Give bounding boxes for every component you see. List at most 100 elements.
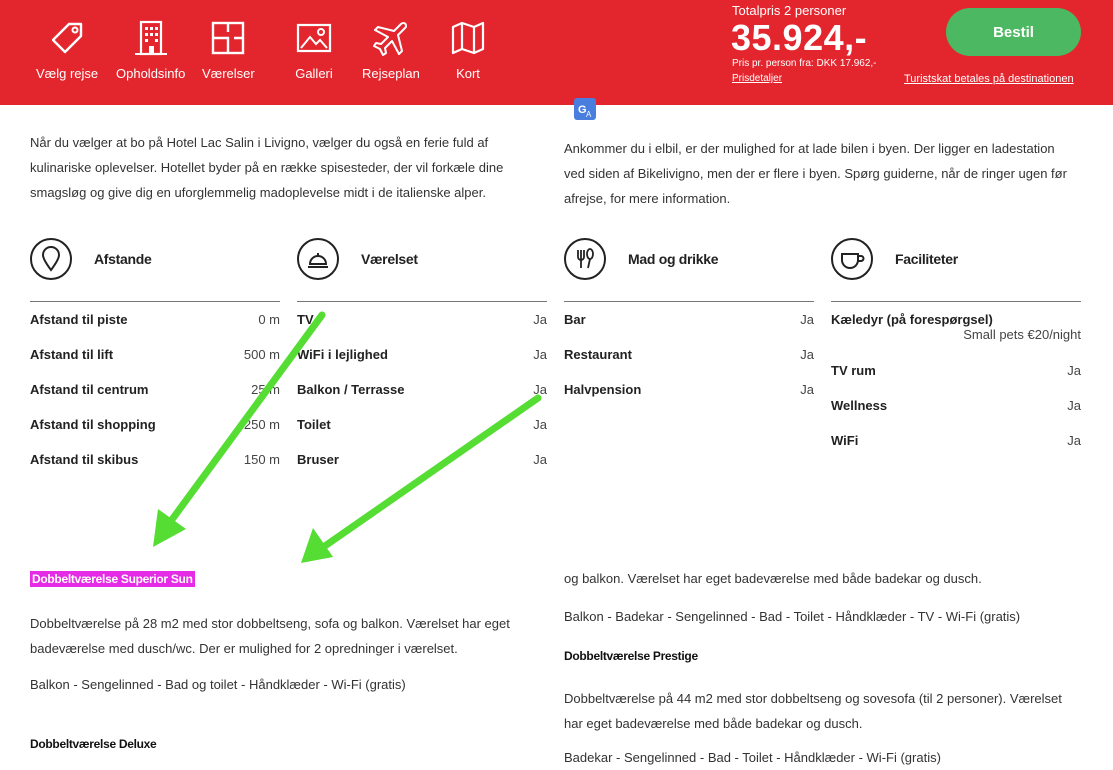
tourist-tax-link[interactable]: Turistskat betales på destinationen (904, 73, 1074, 85)
nav-kort[interactable]: Kort (448, 18, 488, 81)
total-price: 35.924,- (731, 17, 868, 58)
row-key: Restaurant (564, 347, 632, 362)
table-row: Afstand til piste 0 m (30, 302, 280, 337)
intro-right-text: Ankommer du i elbil, er der mulighed for… (564, 141, 1067, 206)
intro-left-text: Når du vælger at bo på Hotel Lac Salin i… (30, 135, 504, 200)
mad-header: Mad og drikke (564, 238, 719, 280)
nav-label: Værelser (202, 66, 255, 81)
row-key: Afstand til piste (30, 312, 128, 327)
row-key: Kæledyr (på forespørgsel) (831, 312, 993, 327)
image-icon (296, 23, 332, 53)
room-title-superior: Dobbeltværelse Superior Sun (30, 571, 195, 587)
row-key: TV rum (831, 363, 876, 378)
row-key: Halvpension (564, 382, 642, 397)
room-title-deluxe: Dobbeltværelse Deluxe (30, 737, 157, 751)
row-value: Ja (533, 382, 547, 397)
faciliteter-title: Faciliteter (895, 251, 958, 267)
mad-title: Mad og drikke (628, 251, 719, 267)
nav-label: Vælg rejse (36, 66, 99, 81)
table-row: Kæledyr (på forespørgsel) Small pets €20… (831, 302, 1081, 353)
afstande-title: Afstande (94, 251, 152, 267)
room-desc-superior: Dobbeltværelse på 28 m2 med stor dobbelt… (30, 616, 510, 656)
row-value: Ja (1067, 433, 1081, 448)
cutlery-icon (564, 238, 606, 280)
row-value: 0 m (258, 312, 280, 327)
row-key: Balkon / Terrasse (297, 382, 405, 397)
row-value: Ja (1067, 398, 1081, 413)
floorplan-icon (212, 21, 245, 55)
afstande-header: Afstande (30, 238, 152, 280)
nav-label: Galleri (295, 66, 333, 81)
translate-icon[interactable]: GA (574, 98, 596, 120)
room-desc-continued: og balkon. Værelset har eget badeværelse… (564, 571, 982, 586)
table-row: WiFi i lejlighed Ja (297, 337, 547, 372)
room-desc-prestige: Dobbeltværelse på 44 m2 med stor dobbelt… (564, 691, 1062, 731)
tag-icon (51, 22, 83, 54)
row-value: 150 m (243, 452, 280, 467)
row-key: Afstand til skibus (30, 452, 139, 467)
row-key: Wellness (831, 398, 888, 413)
room-amenities-superior: Balkon - Sengelinned - Bad og toilet - H… (30, 677, 406, 692)
row-key: Toilet (297, 417, 331, 432)
table-row: Toilet Ja (297, 407, 547, 442)
svg-text:A: A (586, 110, 592, 119)
table-row: WiFi Ja (831, 423, 1081, 458)
faciliteter-table: Kæledyr (på forespørgsel) Small pets €20… (831, 301, 1081, 458)
row-note: Small pets €20/night (963, 327, 1081, 342)
table-row: Afstand til shopping 250 m (30, 407, 280, 442)
plane-icon (372, 21, 407, 56)
row-value: Ja (800, 347, 814, 362)
cup-icon (831, 238, 873, 280)
map-icon (451, 21, 485, 55)
row-value: Ja (1067, 363, 1081, 378)
nav-rejseplan[interactable]: Rejseplan (362, 18, 420, 81)
order-button[interactable]: Bestil (946, 8, 1081, 56)
vaerelset-header: Værelset (297, 238, 418, 280)
building-icon (134, 20, 167, 56)
row-key: Afstand til shopping (30, 417, 156, 432)
row-key: Afstand til centrum (30, 382, 149, 397)
room-title-prestige: Dobbeltværelse Prestige (564, 649, 698, 663)
vaerelset-title: Værelset (361, 251, 418, 267)
location-pin-icon (30, 238, 72, 280)
table-row: TV rum Ja (831, 353, 1081, 388)
table-row: Halvpension Ja (564, 372, 814, 407)
row-value: Ja (533, 347, 547, 362)
room-amenities-prestige: Badekar - Sengelinned - Bad - Toilet - H… (564, 750, 941, 765)
row-key: Bruser (297, 452, 339, 467)
nav-vaerelser[interactable]: Værelser (202, 18, 255, 81)
row-value: Ja (533, 452, 547, 467)
row-value: 250 m (243, 417, 280, 432)
highlighted-room-title: Dobbeltværelse Superior Sun (30, 571, 195, 587)
per-person-price: Pris pr. person fra: DKK 17.962,- (732, 58, 877, 69)
total-price-label: Totalpris 2 personer (732, 3, 847, 18)
row-value: Ja (800, 312, 814, 327)
price-details-link[interactable]: Prisdetaljer (732, 73, 782, 84)
row-value: 25 m (251, 382, 280, 397)
row-value: 500 m (243, 347, 280, 362)
nav-label: Kort (456, 66, 480, 81)
vaerelset-table: TV Ja WiFi i lejlighed Ja Balkon / Terrass… (297, 301, 547, 477)
row-key: WiFi (831, 433, 859, 448)
row-value: Ja (533, 417, 547, 432)
row-key: TV (297, 312, 314, 327)
table-row: Balkon / Terrasse Ja (297, 372, 547, 407)
row-value: Ja (533, 312, 547, 327)
faciliteter-header: Faciliteter (831, 238, 958, 280)
nav-valg-rejse[interactable]: Vælg rejse (36, 18, 98, 81)
row-key: Bar (564, 312, 586, 327)
table-row: Afstand til centrum 25 m (30, 372, 280, 407)
nav-galleri[interactable]: Galleri (294, 18, 334, 81)
nav-opholdsinfo[interactable]: Opholdsinfo (116, 18, 185, 81)
table-row: Bruser Ja (297, 442, 547, 477)
row-key: Afstand til lift (30, 347, 114, 362)
afstande-table: Afstand til piste 0 m Afstand til lift 500… (30, 301, 280, 477)
mad-table: Bar Ja Restaurant Ja Halvpension Ja (564, 301, 814, 407)
table-row: Afstand til lift 500 m (30, 337, 280, 372)
table-row: Wellness Ja (831, 388, 1081, 423)
table-row: Bar Ja (564, 302, 814, 337)
table-row: Restaurant Ja (564, 337, 814, 372)
table-row: Afstand til skibus 150 m (30, 442, 280, 477)
row-key: WiFi i lejlighed (297, 347, 388, 362)
top-bar: Vælg rejse Opholdsinfo Værelser Galleri … (0, 0, 1113, 105)
